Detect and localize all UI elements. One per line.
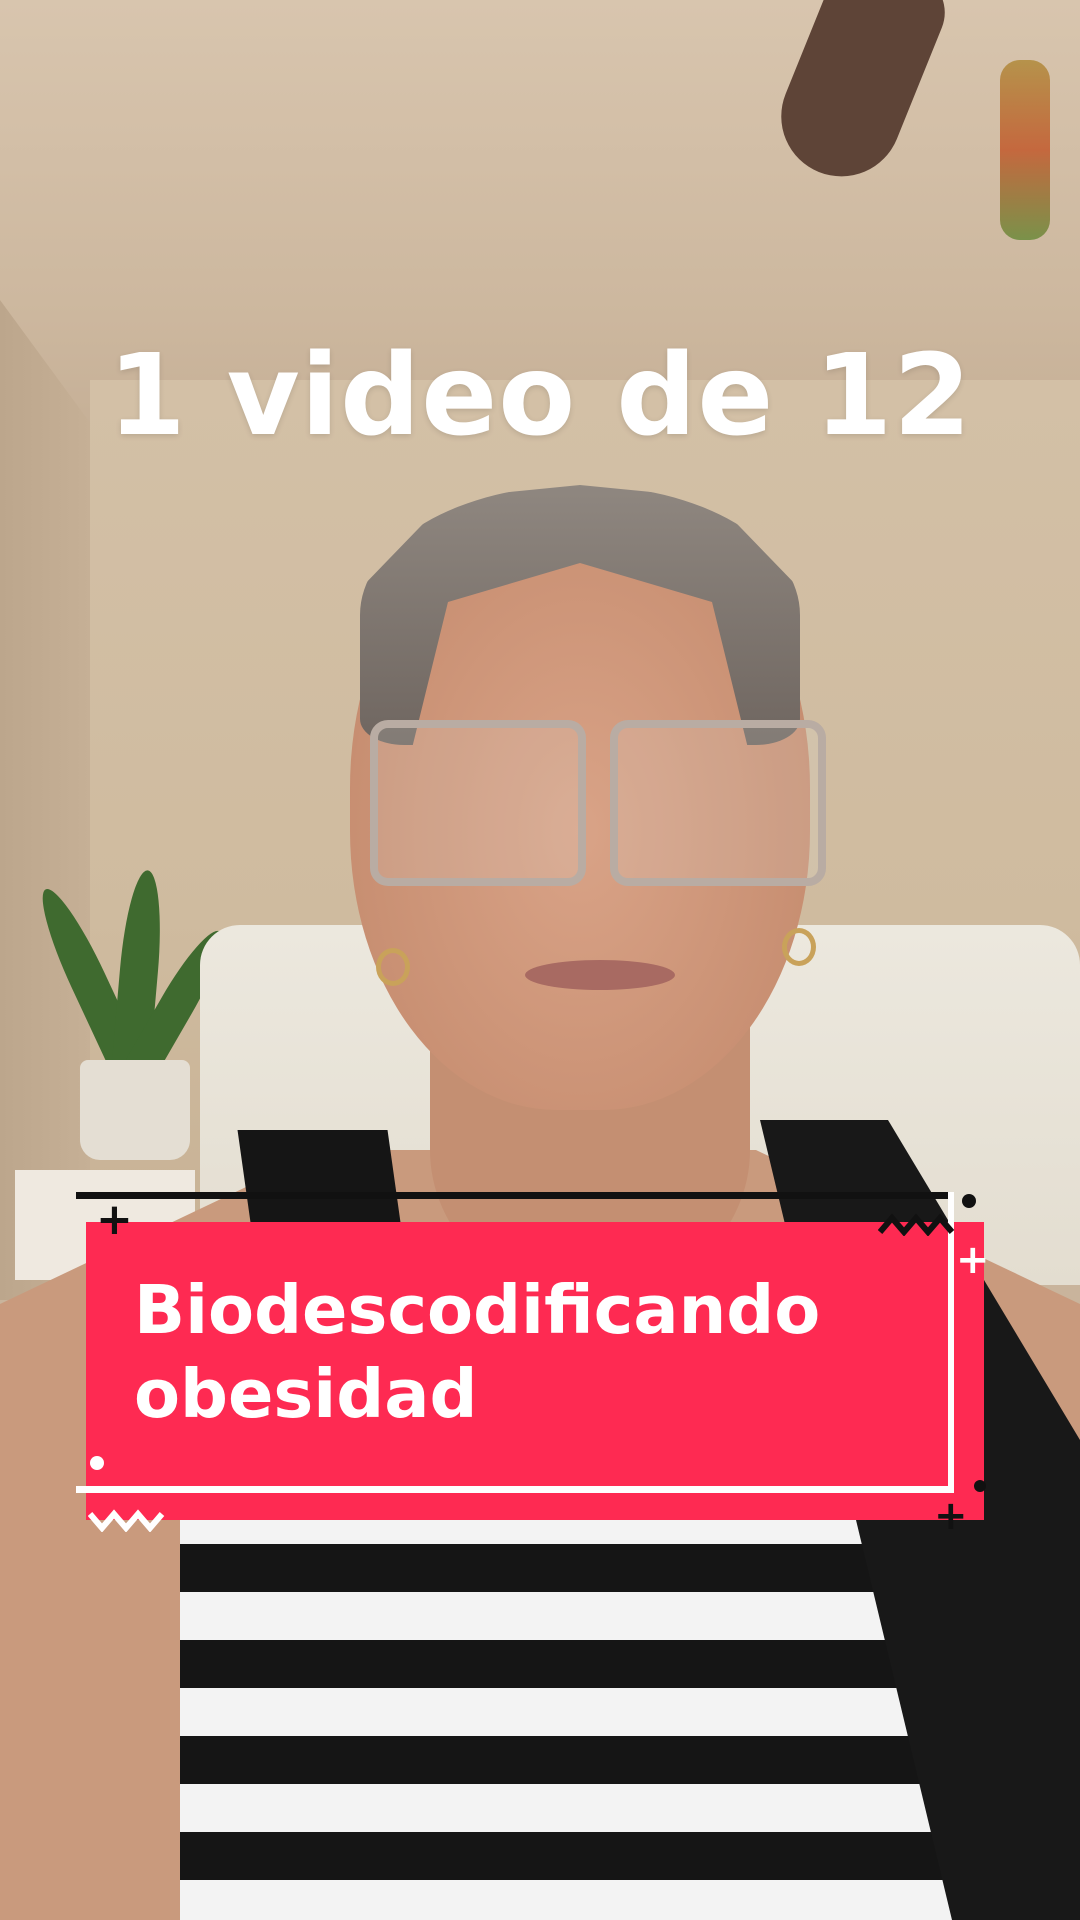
plant-pot — [80, 1060, 190, 1160]
person-mouth — [525, 960, 675, 990]
earring-right — [782, 928, 816, 966]
banner-title-line-2: obesidad — [134, 1355, 478, 1433]
banner-frame-bottom — [76, 1486, 954, 1493]
dot-icon — [90, 1456, 104, 1470]
glasses-lens-left — [370, 720, 586, 886]
zigzag-icon — [88, 1509, 165, 1532]
plus-icon: + — [956, 1237, 990, 1283]
video-frame — [0, 0, 1080, 1920]
glasses-lens-right — [610, 720, 826, 886]
dot-icon — [962, 1194, 976, 1208]
plus-icon: + — [96, 1194, 133, 1245]
banner-title-line-1: Biodescodificando — [134, 1271, 821, 1349]
banner-frame-top — [76, 1192, 954, 1199]
banner-title: Biodescodificando obesidad — [134, 1268, 954, 1436]
video-counter-caption: 1 video de 12 — [107, 331, 973, 461]
hanging-ornament — [1000, 60, 1050, 240]
zigzag-icon — [878, 1213, 955, 1236]
dot-icon — [974, 1480, 986, 1492]
earring-left — [376, 948, 410, 986]
plus-icon: + — [934, 1493, 968, 1539]
